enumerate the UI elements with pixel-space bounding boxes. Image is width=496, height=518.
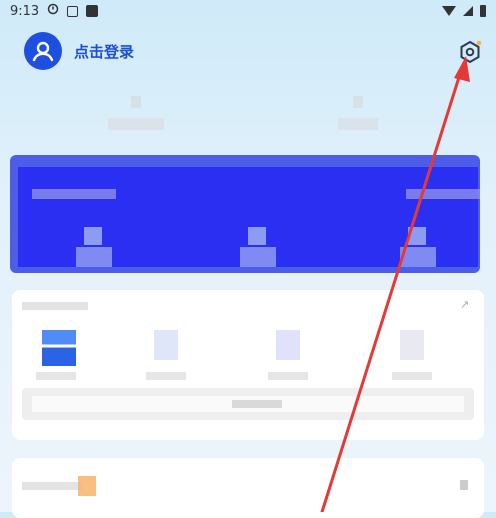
member-benefit-item[interactable] [400,227,436,273]
services-action-button[interactable] [22,388,474,420]
a-box-icon [67,5,79,17]
service-item-label [36,372,76,380]
avatar[interactable] [24,32,62,70]
bottom-card-title [22,482,82,490]
member-card-link[interactable] [406,189,480,199]
service-item-icon[interactable] [154,330,178,360]
app-square-icon [86,5,99,17]
notification-icon [47,3,59,19]
settings-hexagon-icon [460,40,482,64]
services-card: ↗ [12,290,484,440]
services-action-label [232,400,282,408]
service-item-label [268,372,308,380]
settings-button[interactable] [458,40,482,64]
services-card-title [22,302,88,310]
services-more-icon[interactable]: ↗ [460,298,470,311]
service-item-label [146,372,186,380]
member-card-title [32,189,116,199]
status-time: 9:13 [10,3,40,19]
service-item-icon[interactable] [42,330,76,366]
service-item-label [392,372,432,380]
member-benefit-item[interactable] [240,227,276,273]
service-item-icon[interactable] [400,330,424,360]
battery-icon [480,5,486,17]
bottom-card-icon [78,476,96,496]
bottom-card-more-icon[interactable] [460,480,468,490]
stat-item[interactable] [108,96,164,130]
status-bar: 9:13 [0,0,496,22]
stat-item[interactable] [338,96,378,130]
member-card-inner [18,167,480,267]
wifi-icon [442,6,456,16]
member-benefit-item[interactable] [76,227,112,273]
signal-icon [463,6,473,16]
service-item-icon[interactable] [276,330,300,360]
user-icon [32,41,54,62]
login-link[interactable]: 点击登录 [74,41,134,62]
member-card[interactable] [10,155,480,273]
login-header[interactable]: 点击登录 [24,32,134,70]
bottom-card[interactable] [12,458,484,518]
